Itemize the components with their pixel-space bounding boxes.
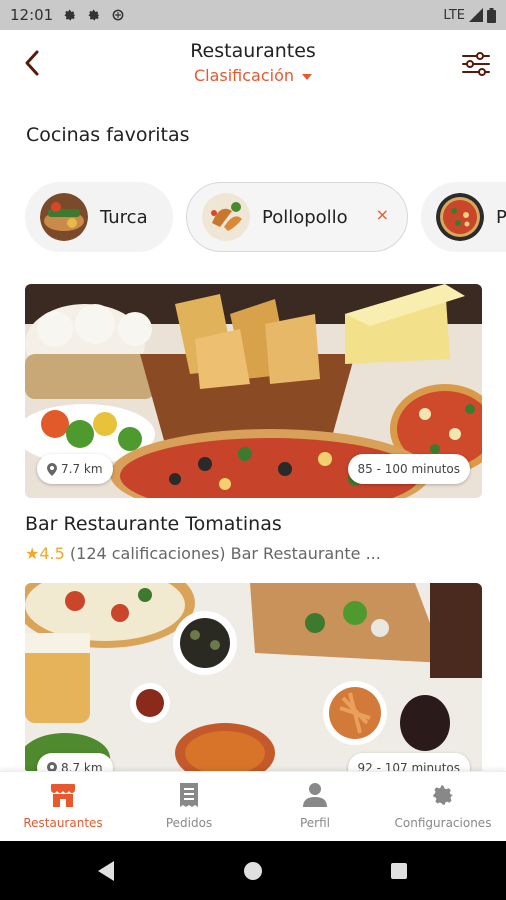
nav-pedidos[interactable]: Pedidos <box>126 772 252 842</box>
system-navigation-bar <box>0 841 506 900</box>
chip-label: Pollopollo <box>262 206 348 228</box>
restaurant-name[interactable]: Bar Restaurante Tomatinas <box>25 513 282 535</box>
caret-down-icon <box>302 73 313 80</box>
status-bar: 12:01 LTE <box>0 0 506 30</box>
storefront-icon <box>51 784 75 807</box>
chip-label: Turca <box>100 206 148 228</box>
nav-label: Configuraciones <box>394 816 492 830</box>
settings-icon <box>88 9 100 21</box>
restaurant-meta: ★4.5 (124 calificaciones) Bar Restaurant… <box>25 544 381 563</box>
network-label: LTE <box>443 7 465 23</box>
distance-badge: 7.7 km <box>37 454 113 484</box>
chip-image <box>40 193 88 241</box>
receipt-icon <box>180 783 198 807</box>
rating-value: 4.5 <box>39 544 65 563</box>
chip-image <box>202 193 250 241</box>
nav-restaurantes[interactable]: Restaurantes <box>0 772 126 842</box>
restaurant-image[interactable]: 8.7 km 92 - 107 minutos <box>25 583 482 773</box>
nav-configuraciones[interactable]: Configuraciones <box>380 772 506 842</box>
delivery-time-badge: 85 - 100 minutos <box>347 454 470 484</box>
home-circle-icon[interactable] <box>243 861 263 881</box>
chip-pollopollo[interactable]: Pollopollo × <box>186 182 408 252</box>
battery-icon <box>487 7 496 23</box>
page-title: Restaurantes <box>190 40 316 62</box>
chip-turca[interactable]: Turca <box>25 182 173 252</box>
chip-image <box>436 193 484 241</box>
chip-next[interactable]: P <box>421 182 506 252</box>
restaurant-image[interactable]: 7.7 km 85 - 100 minutos <box>25 284 482 498</box>
nav-perfil[interactable]: Perfil <box>252 772 378 842</box>
nav-label: Pedidos <box>165 816 213 830</box>
distance-text: 7.7 km <box>61 462 103 476</box>
bottom-navigation: Restaurantes Pedidos Perfil Configuracio… <box>0 771 506 842</box>
filter-sliders-icon[interactable] <box>460 48 492 80</box>
back-triangle-icon[interactable] <box>96 860 116 882</box>
star-icon: ★ <box>25 544 40 563</box>
gear-icon <box>433 785 453 805</box>
signal-icon <box>469 8 483 22</box>
sort-dropdown[interactable]: Clasificación <box>0 66 506 85</box>
sort-dropdown-label: Clasificación <box>193 66 295 85</box>
chip-remove-icon[interactable]: × <box>376 205 389 224</box>
cuisine-chips: Turca Pollopollo × P <box>0 180 506 255</box>
delivery-time-badge: 92 - 107 minutos <box>347 753 470 773</box>
distance-badge: 8.7 km <box>37 753 113 773</box>
settings-icon <box>64 9 76 21</box>
app-header: Restaurantes Clasificación <box>0 30 506 102</box>
delivery-time-text: 85 - 100 minutos <box>357 462 460 476</box>
nav-label: Perfil <box>299 816 331 830</box>
rating-details: (124 calificaciones) Bar Restaurante ... <box>69 544 381 563</box>
recents-square-icon[interactable] <box>390 862 408 880</box>
person-icon <box>303 783 327 807</box>
food-photo <box>25 583 482 773</box>
section-title: Cocinas favoritas <box>26 124 190 146</box>
status-time: 12:01 <box>10 6 54 24</box>
nav-label: Restaurantes <box>23 816 103 830</box>
chip-label: P <box>496 206 506 228</box>
data-saver-icon <box>112 9 124 21</box>
status-right: LTE <box>443 0 496 30</box>
location-pin-icon <box>47 462 57 476</box>
